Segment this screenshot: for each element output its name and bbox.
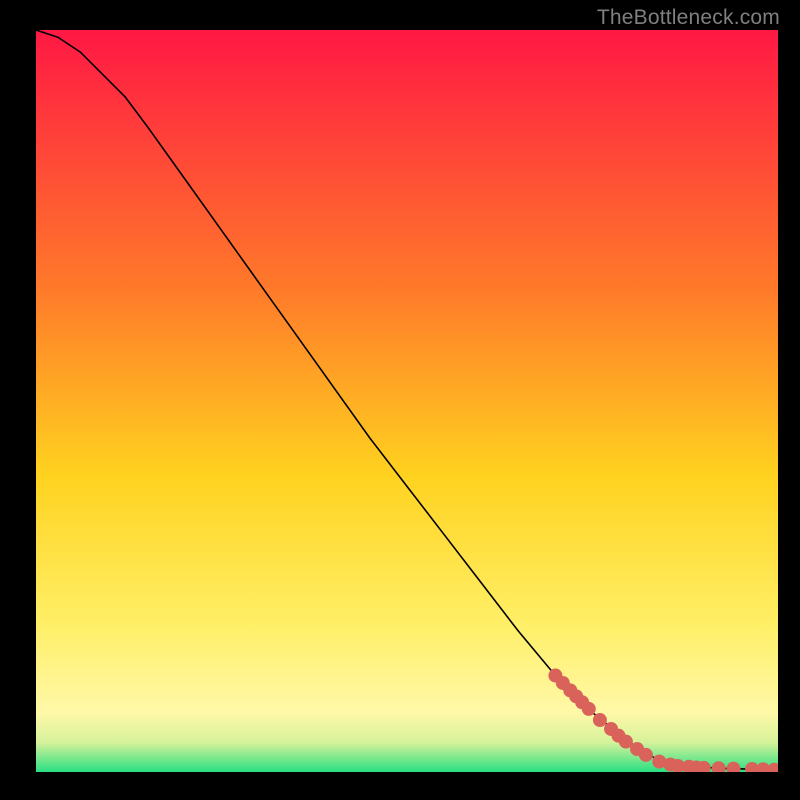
chart-svg <box>36 30 778 772</box>
plot-area <box>36 30 778 772</box>
chart-stage: TheBottleneck.com <box>0 0 800 800</box>
data-marker <box>593 713 607 727</box>
gradient-background <box>36 30 778 772</box>
data-marker <box>639 748 653 762</box>
data-marker <box>582 702 596 716</box>
watermark-text: TheBottleneck.com <box>597 6 780 30</box>
